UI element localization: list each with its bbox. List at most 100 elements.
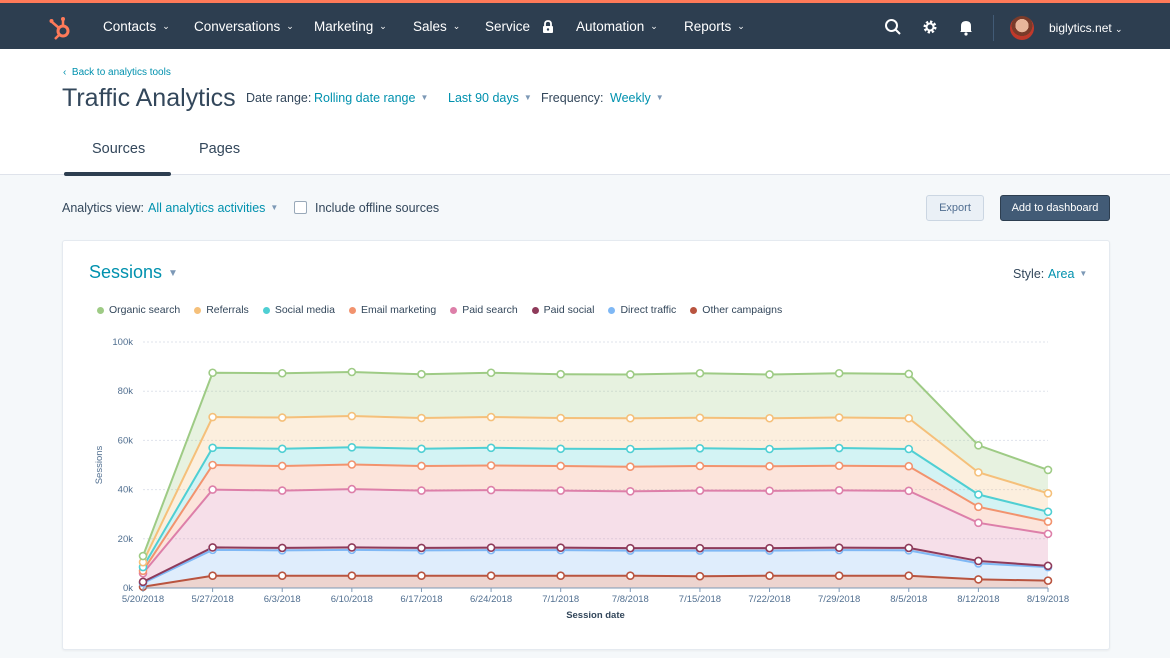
data-point[interactable] xyxy=(347,367,357,377)
data-point[interactable] xyxy=(208,412,217,422)
data-point[interactable] xyxy=(486,571,496,581)
data-point[interactable] xyxy=(834,368,844,378)
data-point[interactable] xyxy=(208,368,217,378)
tab-sources[interactable]: Sources xyxy=(92,141,145,157)
data-point[interactable] xyxy=(1043,488,1053,498)
nav-item-conversations[interactable]: Conversations ⌄ xyxy=(194,19,294,34)
data-point[interactable] xyxy=(765,413,774,423)
data-point[interactable] xyxy=(486,543,496,552)
nav-item-service[interactable]: Service xyxy=(485,19,554,34)
data-point[interactable] xyxy=(277,486,287,495)
data-point[interactable] xyxy=(765,444,774,454)
data-point[interactable] xyxy=(277,444,287,454)
data-point[interactable] xyxy=(1043,576,1053,585)
data-point[interactable] xyxy=(904,369,914,379)
data-point[interactable] xyxy=(347,543,357,552)
data-point[interactable] xyxy=(347,484,357,494)
data-point[interactable] xyxy=(974,518,983,528)
data-point[interactable] xyxy=(765,486,774,496)
data-point[interactable] xyxy=(626,370,635,379)
data-point[interactable] xyxy=(834,461,844,471)
data-point[interactable] xyxy=(695,571,705,581)
data-point[interactable] xyxy=(904,444,914,454)
data-point[interactable] xyxy=(486,368,496,378)
account-menu[interactable]: biglytics.net ⌄ xyxy=(1049,21,1123,35)
data-point[interactable] xyxy=(486,443,496,453)
data-point[interactable] xyxy=(626,543,635,553)
data-point[interactable] xyxy=(626,444,635,454)
data-point[interactable] xyxy=(208,543,217,552)
hubspot-logo-icon[interactable] xyxy=(48,15,74,41)
data-point[interactable] xyxy=(277,571,287,581)
data-point[interactable] xyxy=(695,543,705,553)
data-point[interactable] xyxy=(695,461,705,471)
data-point[interactable] xyxy=(626,413,635,423)
data-point[interactable] xyxy=(347,442,357,452)
data-point[interactable] xyxy=(208,460,217,470)
data-point[interactable] xyxy=(626,571,635,581)
data-point[interactable] xyxy=(904,543,914,553)
back-link[interactable]: ‹ Back to analytics tools xyxy=(63,67,171,78)
data-point[interactable] xyxy=(974,468,983,477)
data-point[interactable] xyxy=(556,413,565,423)
data-point[interactable] xyxy=(556,543,565,552)
data-point[interactable] xyxy=(765,543,774,553)
data-point[interactable] xyxy=(765,461,774,471)
data-point[interactable] xyxy=(974,490,983,499)
data-point[interactable] xyxy=(417,543,426,553)
data-point[interactable] xyxy=(138,551,148,561)
data-point[interactable] xyxy=(834,486,844,495)
search-icon[interactable] xyxy=(884,18,902,36)
data-point[interactable] xyxy=(1043,465,1053,475)
include-offline-checkbox[interactable] xyxy=(294,201,307,214)
data-point[interactable] xyxy=(347,460,357,469)
tab-pages[interactable]: Pages xyxy=(199,141,240,157)
data-point[interactable] xyxy=(1043,507,1053,517)
data-point[interactable] xyxy=(556,486,565,495)
data-point[interactable] xyxy=(765,370,774,379)
nav-item-contacts[interactable]: Contacts ⌄ xyxy=(103,19,170,34)
data-point[interactable] xyxy=(556,369,565,379)
data-point[interactable] xyxy=(974,441,983,450)
nav-item-sales[interactable]: Sales ⌄ xyxy=(413,19,460,34)
data-point[interactable] xyxy=(208,571,217,581)
data-point[interactable] xyxy=(138,577,148,587)
data-point[interactable] xyxy=(417,369,426,379)
data-point[interactable] xyxy=(974,502,983,512)
data-point[interactable] xyxy=(765,571,774,581)
data-point[interactable] xyxy=(208,443,217,453)
data-point[interactable] xyxy=(277,543,287,553)
avatar[interactable] xyxy=(1010,16,1034,40)
data-point[interactable] xyxy=(556,444,565,454)
data-point[interactable] xyxy=(486,461,496,470)
bell-icon[interactable] xyxy=(957,18,975,36)
data-point[interactable] xyxy=(695,413,705,423)
nav-item-marketing[interactable]: Marketing ⌄ xyxy=(314,19,387,34)
data-point[interactable] xyxy=(347,571,357,581)
data-point[interactable] xyxy=(208,485,217,494)
data-point[interactable] xyxy=(695,368,705,378)
data-point[interactable] xyxy=(626,462,635,472)
nav-item-reports[interactable]: Reports ⌄ xyxy=(684,19,745,34)
data-point[interactable] xyxy=(486,485,496,495)
data-point[interactable] xyxy=(417,444,426,454)
include-offline-label[interactable]: Include offline sources xyxy=(315,201,439,215)
data-point[interactable] xyxy=(417,486,426,495)
nav-item-automation[interactable]: Automation ⌄ xyxy=(576,19,658,34)
data-point[interactable] xyxy=(904,571,914,581)
data-point[interactable] xyxy=(974,575,983,584)
data-point[interactable] xyxy=(556,461,565,471)
export-button[interactable]: Export xyxy=(926,195,984,221)
period-dropdown[interactable]: Last 90 days ▼ xyxy=(448,91,532,105)
data-point[interactable] xyxy=(834,543,844,552)
data-point[interactable] xyxy=(417,461,426,471)
data-point[interactable] xyxy=(486,412,496,422)
data-point[interactable] xyxy=(904,486,914,496)
data-point[interactable] xyxy=(277,368,287,378)
add-to-dashboard-button[interactable]: Add to dashboard xyxy=(1000,195,1110,221)
data-point[interactable] xyxy=(417,571,426,581)
data-point[interactable] xyxy=(1043,529,1053,539)
data-point[interactable] xyxy=(834,571,844,581)
data-point[interactable] xyxy=(904,461,914,471)
date-range-dropdown[interactable]: Rolling date range ▼ xyxy=(314,91,428,105)
